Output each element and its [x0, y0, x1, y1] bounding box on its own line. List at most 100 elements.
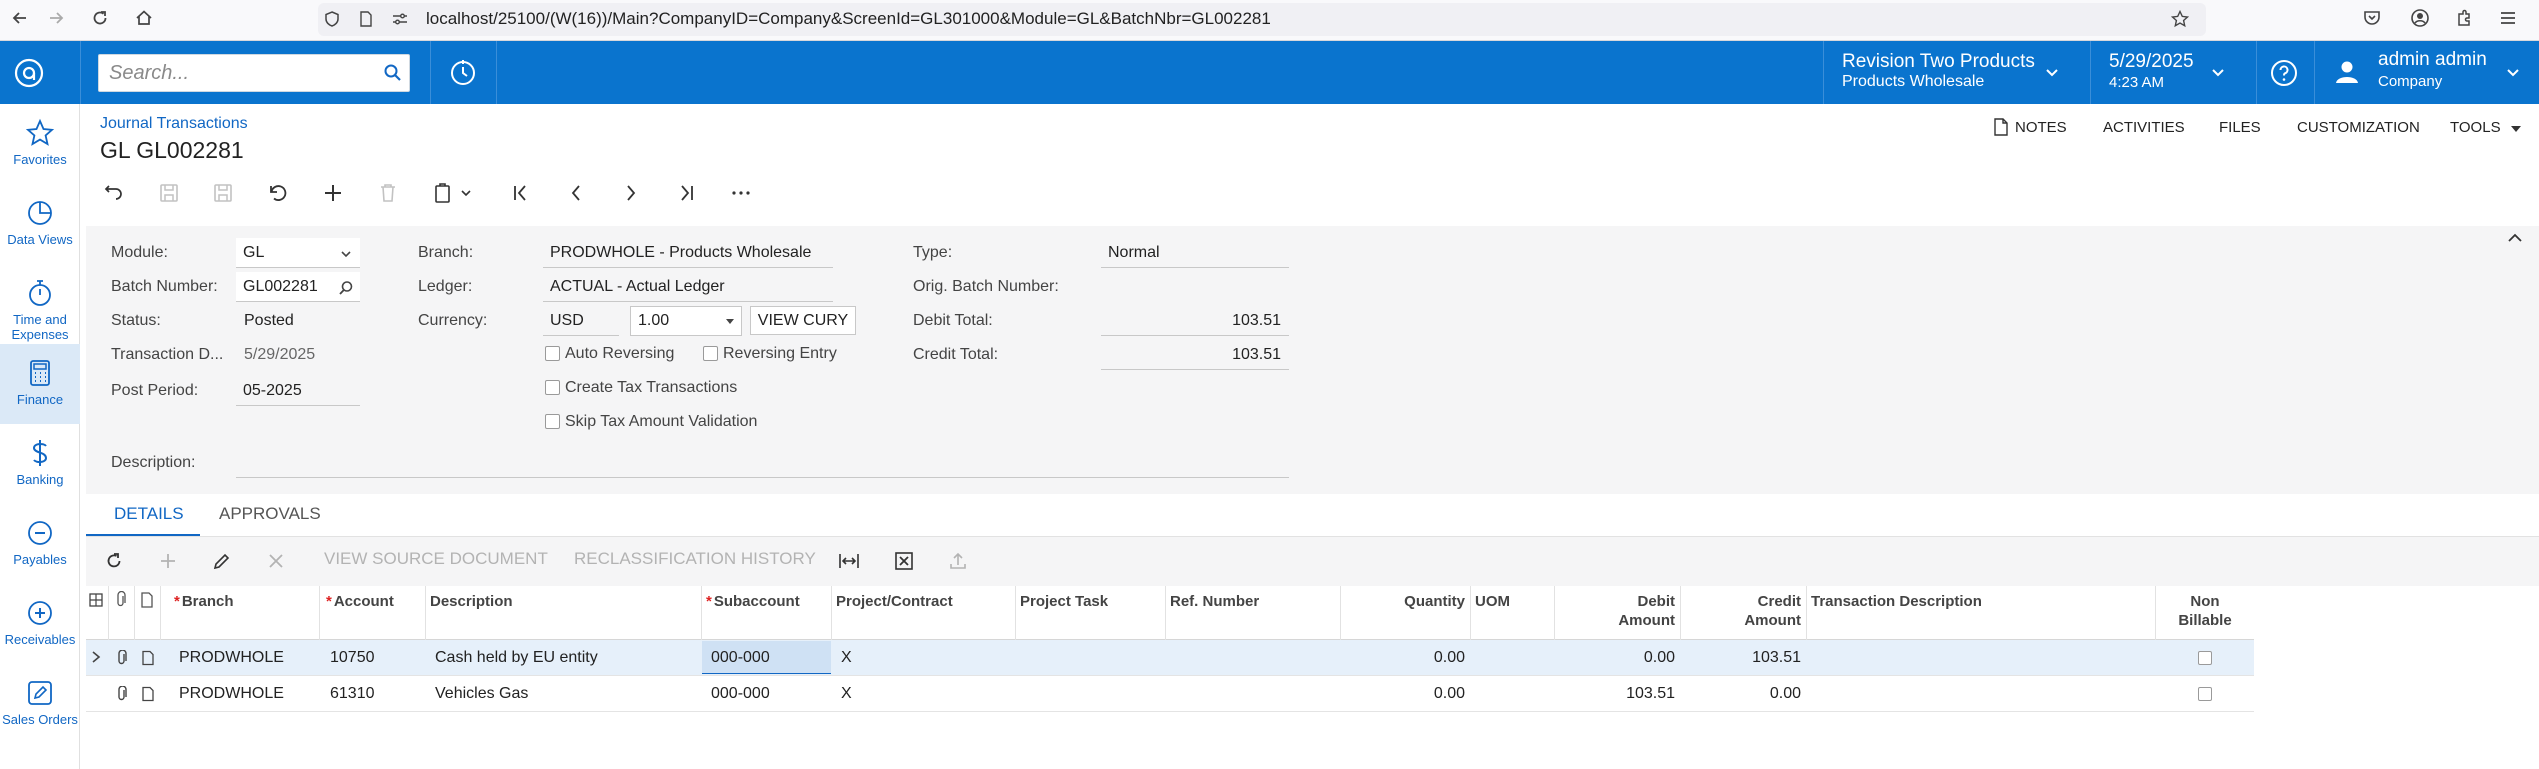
previous-record-icon[interactable] [561, 178, 591, 208]
cell-branch[interactable]: PRODWHOLE [179, 649, 284, 667]
url-text[interactable]: localhost/25100/(W(16))/Main?CompanyID=C… [426, 9, 1271, 29]
sidebar-item-sales-orders[interactable]: Sales Orders [0, 664, 80, 744]
notes-button[interactable]: NOTES [2015, 119, 2067, 136]
sidebar-item-data-views[interactable]: Data Views [0, 184, 80, 264]
cell-debit[interactable]: 103.51 [1559, 685, 1675, 703]
auto-reversing-checkbox[interactable] [545, 346, 560, 361]
more-options-icon[interactable] [726, 178, 756, 208]
cell-credit[interactable]: 0.00 [1685, 685, 1801, 703]
type-field[interactable]: Normal [1101, 238, 1289, 268]
column-description[interactable]: Description [430, 592, 513, 611]
cell-account[interactable]: 10750 [330, 649, 375, 667]
acumatica-logo-icon[interactable] [10, 54, 48, 92]
column-branch[interactable]: * Branch [174, 592, 234, 611]
app-menu-icon[interactable] [2494, 4, 2522, 32]
cell-description[interactable]: Vehicles Gas [435, 685, 528, 703]
tools-button[interactable]: TOOLS [2450, 119, 2501, 136]
customization-button[interactable]: CUSTOMIZATION [2297, 119, 2420, 136]
save-icon[interactable] [208, 178, 238, 208]
cell-project[interactable]: X [841, 649, 852, 667]
cell-quantity[interactable]: 0.00 [1345, 685, 1465, 703]
save-close-icon[interactable] [154, 178, 184, 208]
view-cury-button[interactable]: VIEW CURY [750, 306, 856, 335]
collapse-icon[interactable] [2506, 231, 2524, 245]
edit-icon[interactable] [212, 551, 232, 571]
description-field[interactable] [236, 448, 1289, 478]
back-arrow-icon[interactable] [99, 178, 129, 208]
pocket-icon[interactable] [2358, 4, 2386, 32]
currency-rate-select[interactable]: 1.00 [630, 306, 742, 336]
cell-branch[interactable]: PRODWHOLE [179, 685, 284, 703]
skip-tax-checkbox[interactable] [545, 414, 560, 429]
add-icon[interactable] [318, 178, 348, 208]
column-ref-number[interactable]: Ref. Number [1170, 592, 1259, 611]
post-period-field[interactable]: 05-2025 [236, 376, 360, 406]
sidebar-item-favorites[interactable]: Favorites [0, 104, 80, 184]
forward-icon[interactable] [42, 4, 70, 32]
search-icon[interactable] [338, 280, 354, 296]
extensions-icon[interactable] [2450, 4, 2478, 32]
user-company[interactable]: Company [2378, 73, 2442, 90]
batch-number-field[interactable]: GL002281 [236, 272, 360, 302]
create-tax-checkbox[interactable] [545, 380, 560, 395]
search-box[interactable] [98, 54, 410, 92]
search-input[interactable] [99, 55, 369, 91]
expand-row-icon[interactable] [90, 650, 102, 664]
user-name[interactable]: admin admin [2378, 49, 2487, 71]
delete-icon[interactable] [373, 178, 403, 208]
cell-project[interactable]: X [841, 685, 852, 703]
chevron-down-icon[interactable] [458, 178, 474, 208]
next-record-icon[interactable] [616, 178, 646, 208]
first-record-icon[interactable] [506, 178, 536, 208]
attachment-icon[interactable] [115, 686, 129, 702]
cell-quantity[interactable]: 0.00 [1345, 649, 1465, 667]
sidebar-item-payables[interactable]: Payables [0, 504, 80, 584]
column-debit-amount[interactable]: Debit Amount [1559, 592, 1675, 630]
column-credit-amount[interactable]: Credit Amount [1685, 592, 1801, 630]
note-icon[interactable] [141, 650, 155, 666]
column-project-task[interactable]: Project Task [1020, 592, 1108, 611]
company-name[interactable]: Revision Two Products [1842, 51, 2035, 73]
tab-approvals[interactable]: APPROVALS [219, 504, 321, 524]
search-icon[interactable] [383, 63, 403, 83]
cell-subaccount[interactable]: 000-000 [711, 649, 770, 667]
module-select[interactable]: GL [236, 238, 360, 268]
reversing-entry-checkbox[interactable] [703, 346, 718, 361]
column-transaction-description[interactable]: Transaction Description [1811, 592, 1982, 611]
view-source-document-button[interactable]: VIEW SOURCE DOCUMENT [324, 549, 548, 569]
shield-icon[interactable] [318, 5, 346, 33]
notes-icon[interactable] [1993, 117, 2009, 137]
url-bar[interactable]: localhost/25100/(W(16))/Main?CompanyID=C… [318, 3, 2206, 36]
branch-field[interactable]: PRODWHOLE - Products Wholesale [543, 238, 833, 268]
add-row-icon[interactable] [158, 551, 178, 571]
refresh-icon[interactable] [104, 551, 124, 571]
bookmark-star-icon[interactable] [2166, 5, 2194, 33]
non-billable-checkbox[interactable] [2198, 651, 2212, 665]
ledger-field[interactable]: ACTUAL - Actual Ledger [543, 272, 833, 302]
files-button[interactable]: FILES [2219, 119, 2261, 136]
sidebar-item-receivables[interactable]: Receivables [0, 584, 80, 664]
business-time[interactable]: 4:23 AM [2109, 74, 2164, 91]
page-icon[interactable] [352, 5, 380, 33]
column-project[interactable]: Project/Contract [836, 592, 953, 611]
cell-credit[interactable]: 103.51 [1685, 649, 1801, 667]
column-uom[interactable]: UOM [1475, 592, 1510, 611]
sidebar-item-banking[interactable]: Banking [0, 424, 80, 504]
back-icon[interactable] [6, 4, 34, 32]
cell-debit[interactable]: 0.00 [1559, 649, 1675, 667]
export-excel-icon[interactable] [894, 551, 914, 571]
company-branch[interactable]: Products Wholesale [1842, 73, 1984, 91]
activities-button[interactable]: ACTIVITIES [2103, 119, 2185, 136]
delete-row-icon[interactable] [266, 551, 286, 571]
breadcrumb[interactable]: Journal Transactions [100, 115, 248, 133]
reclassification-history-button[interactable]: RECLASSIFICATION HISTORY [574, 549, 816, 569]
column-account[interactable]: * Account [326, 592, 394, 611]
account-icon[interactable] [2406, 4, 2434, 32]
business-date[interactable]: 5/29/2025 [2109, 51, 2194, 73]
grid-settings-icon[interactable] [88, 592, 104, 608]
non-billable-checkbox[interactable] [2198, 687, 2212, 701]
cell-description[interactable]: Cash held by EU entity [435, 649, 598, 667]
chevron-down-icon[interactable] [2210, 65, 2226, 81]
tab-details[interactable]: DETAILS [114, 504, 184, 524]
undo-icon[interactable] [263, 178, 293, 208]
